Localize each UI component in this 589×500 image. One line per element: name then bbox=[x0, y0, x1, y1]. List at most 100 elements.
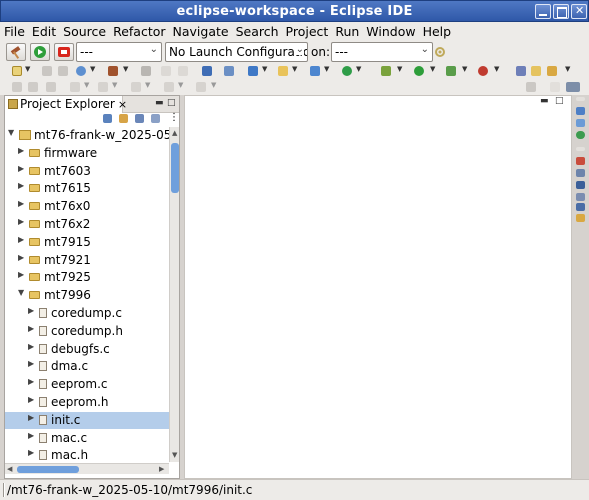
restore-icon[interactable] bbox=[576, 97, 585, 101]
tree-item[interactable]: ▶ mac.h bbox=[5, 447, 169, 462]
tab-project-explorer[interactable]: Project Explorer × bbox=[5, 96, 127, 113]
launch-mode-combo[interactable]: --- ⌄ bbox=[76, 42, 162, 62]
chevron-right-icon[interactable]: ▶ bbox=[18, 146, 24, 155]
link-with-editor-icon[interactable] bbox=[119, 114, 128, 123]
new-class-icon[interactable] bbox=[248, 66, 258, 76]
tree-item[interactable]: ▶ debugfs.c bbox=[5, 341, 169, 358]
chevron-right-icon[interactable]: ▶ bbox=[28, 448, 34, 457]
chevron-down-icon[interactable]: ▼ bbox=[356, 65, 361, 73]
new-icon[interactable] bbox=[12, 66, 22, 76]
scroll-up-icon[interactable]: ▲ bbox=[172, 129, 177, 137]
terminal-icon[interactable] bbox=[202, 66, 212, 76]
next-annotation-icon[interactable] bbox=[70, 82, 80, 92]
forward-icon[interactable] bbox=[164, 82, 174, 92]
tree-item[interactable]: ▶ dma.c bbox=[5, 358, 169, 375]
chevron-down-icon[interactable]: ▼ bbox=[84, 81, 89, 89]
coverage-icon[interactable] bbox=[446, 66, 456, 76]
tree-item[interactable]: ▶ eeprom.c bbox=[5, 376, 169, 393]
menu-window[interactable]: Window bbox=[362, 22, 418, 41]
include-browser-icon[interactable] bbox=[576, 119, 585, 127]
tree-item[interactable]: ▶ mt7921 bbox=[5, 252, 169, 269]
new-source-icon[interactable] bbox=[310, 66, 320, 76]
chevron-right-icon[interactable]: ▶ bbox=[18, 270, 24, 279]
perspective-icon[interactable] bbox=[566, 82, 580, 92]
horizontal-scrollbar[interactable]: ◀ ▶ bbox=[5, 463, 169, 474]
maximize-editor-icon[interactable]: □ bbox=[555, 96, 564, 106]
make-target-icon[interactable] bbox=[576, 131, 585, 139]
build-all-icon[interactable] bbox=[141, 66, 151, 76]
chevron-down-icon[interactable]: ▼ bbox=[123, 65, 128, 73]
scroll-right-icon[interactable]: ▶ bbox=[159, 465, 164, 473]
launch-target-combo[interactable]: --- ⌄ bbox=[331, 42, 433, 62]
tree-item[interactable]: ▶ firmware bbox=[5, 145, 169, 162]
external-tools-icon[interactable] bbox=[478, 66, 488, 76]
tree-item[interactable]: ▶ eeprom.h bbox=[5, 394, 169, 411]
chevron-right-icon[interactable]: ▶ bbox=[28, 306, 34, 315]
format-icon[interactable] bbox=[28, 82, 38, 92]
tree-item[interactable]: ▶ mt7915 bbox=[5, 234, 169, 251]
chevron-down-icon[interactable]: ▼ bbox=[90, 65, 95, 73]
chevron-down-icon[interactable]: ▼ bbox=[494, 65, 499, 73]
focus-icon[interactable] bbox=[151, 114, 160, 123]
tree-item[interactable]: ▶ mt76x2 bbox=[5, 216, 169, 233]
chevron-down-icon[interactable]: ▼ bbox=[324, 65, 329, 73]
chevron-right-icon[interactable]: ▶ bbox=[28, 342, 34, 351]
mark-occurrences-icon[interactable] bbox=[46, 82, 56, 92]
outline-icon[interactable] bbox=[576, 107, 585, 115]
chevron-right-icon[interactable]: ▶ bbox=[18, 217, 24, 226]
collapse-all-icon[interactable] bbox=[103, 114, 112, 123]
debug-view-icon[interactable] bbox=[224, 66, 234, 76]
chevron-right-icon[interactable]: ▶ bbox=[28, 413, 34, 422]
build-button[interactable] bbox=[6, 43, 26, 61]
close-window-button[interactable] bbox=[571, 4, 587, 19]
close-icon[interactable]: × bbox=[118, 98, 127, 111]
chevron-right-icon[interactable]: ▶ bbox=[18, 235, 24, 244]
menu-source[interactable]: Source bbox=[59, 22, 109, 41]
filter-icon[interactable] bbox=[135, 114, 144, 123]
chevron-right-icon[interactable]: ▶ bbox=[18, 199, 24, 208]
save-icon[interactable] bbox=[42, 66, 52, 76]
new-folder-icon[interactable] bbox=[278, 66, 288, 76]
chevron-right-icon[interactable]: ▶ bbox=[18, 164, 24, 173]
minimize-button[interactable] bbox=[535, 4, 551, 19]
tree-item[interactable]: ▶ coredump.c bbox=[5, 305, 169, 322]
editor-area[interactable]: ▬ □ bbox=[184, 95, 572, 479]
chevron-down-icon[interactable]: ▼ bbox=[397, 65, 402, 73]
back-icon[interactable] bbox=[131, 82, 141, 92]
launch-configuration-combo[interactable]: No Launch Configuratio ⌄ bbox=[165, 42, 308, 62]
menu-help[interactable]: Help bbox=[419, 22, 455, 41]
menu-edit[interactable]: Edit bbox=[28, 22, 59, 41]
stop-button[interactable] bbox=[54, 43, 74, 61]
chevron-down-icon[interactable]: ▼ bbox=[18, 288, 24, 297]
sync-icon[interactable] bbox=[76, 66, 86, 76]
debug-icon[interactable] bbox=[381, 66, 391, 76]
search-icon[interactable] bbox=[516, 66, 526, 76]
restore-icon[interactable] bbox=[576, 147, 585, 151]
menu-search[interactable]: Search bbox=[232, 22, 282, 41]
minimize-view-icon[interactable]: ▬ bbox=[155, 98, 164, 108]
scrollbar-thumb[interactable] bbox=[171, 143, 179, 193]
maximize-button[interactable] bbox=[553, 4, 569, 19]
last-edit-icon[interactable] bbox=[196, 82, 206, 92]
tree-item[interactable]: ▶ coredump.h bbox=[5, 323, 169, 340]
menu-refactor[interactable]: Refactor bbox=[109, 22, 168, 41]
menu-run[interactable]: Run bbox=[331, 22, 362, 41]
search-results-icon[interactable] bbox=[576, 214, 585, 222]
open-folder-icon[interactable] bbox=[531, 66, 541, 76]
view-menu-icon[interactable]: ⋮ bbox=[169, 112, 179, 123]
chevron-right-icon[interactable]: ▶ bbox=[28, 431, 34, 440]
vertical-scrollbar[interactable]: ▲ ▼ bbox=[169, 127, 179, 462]
chevron-down-icon[interactable]: ▼ bbox=[565, 65, 570, 73]
chevron-down-icon[interactable]: ▼ bbox=[211, 81, 216, 89]
undo-icon[interactable] bbox=[161, 66, 171, 76]
chevron-down-icon[interactable]: ▼ bbox=[430, 65, 435, 73]
chevron-right-icon[interactable]: ▶ bbox=[28, 395, 34, 404]
scroll-down-icon[interactable]: ▼ bbox=[172, 451, 177, 459]
toggle-comment-icon[interactable] bbox=[12, 82, 22, 92]
call-graph-icon[interactable] bbox=[576, 203, 585, 211]
gear-icon[interactable] bbox=[434, 46, 446, 58]
hammer-icon[interactable] bbox=[108, 66, 118, 76]
tree-item[interactable]: ▶ mt7603 bbox=[5, 163, 169, 180]
chevron-down-icon[interactable]: ▼ bbox=[8, 128, 14, 137]
tree-item[interactable]: ▶ mt7925 bbox=[5, 269, 169, 286]
